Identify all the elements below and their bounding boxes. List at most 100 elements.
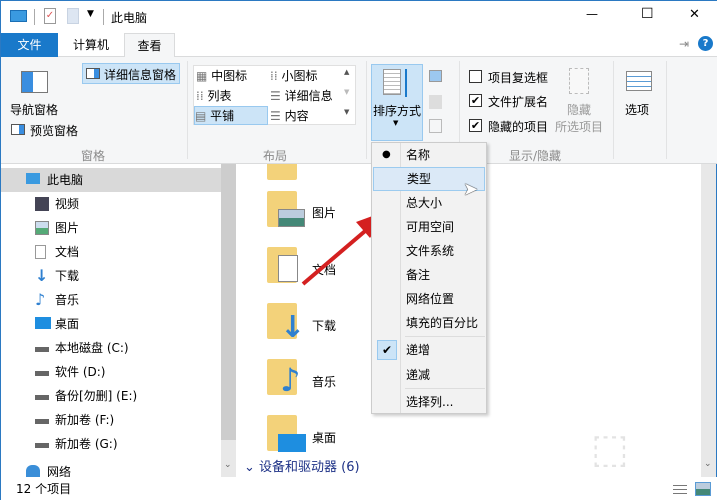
options-button[interactable]: 选项 (621, 67, 657, 127)
nav-item-drive-f[interactable]: 新加卷 (F:) (1, 408, 221, 432)
drive-icon (35, 395, 49, 400)
properties-icon[interactable]: ✓ (44, 8, 56, 24)
mouse-cursor-icon: ➤ (463, 179, 479, 200)
nav-pane-button[interactable]: 导航窗格 (10, 101, 58, 118)
minimize-button[interactable]: — (586, 7, 598, 21)
scroll-down-icon[interactable]: ⌄ (704, 459, 712, 469)
details-pane-button[interactable]: 详细信息窗格 (82, 63, 180, 84)
nav-item-pictures[interactable]: 图片 (1, 216, 221, 240)
network-icon (26, 465, 40, 477)
layout-tiles[interactable]: ▤ 平铺 (194, 106, 268, 125)
layout-details[interactable]: ☰ 详细信息 (270, 87, 333, 104)
close-button[interactable]: ✕ (689, 7, 700, 22)
sort-by-button[interactable]: 排序方式 ▼ (371, 64, 423, 141)
layout-medium-icons[interactable]: ▦ 中图标 (196, 67, 247, 84)
chevron-down-icon: ⌄ (244, 460, 260, 475)
nav-item-drive-d[interactable]: 软件 (D:) (1, 360, 221, 384)
menu-item-free-space[interactable]: 可用空间 (372, 215, 486, 239)
content-scrollbar[interactable]: ⌄ (701, 164, 716, 477)
watermark: ⬚ (591, 426, 629, 472)
nav-item-documents[interactable]: 文档 (1, 240, 221, 264)
drive-icon (35, 347, 49, 352)
item-checkboxes-checkbox[interactable] (469, 70, 482, 83)
tab-computer[interactable]: 计算机 (63, 33, 119, 57)
help-icon[interactable]: ? (698, 36, 713, 51)
nav-item-drive-e[interactable]: 备份[勿删] (E:) (1, 384, 221, 408)
tab-view[interactable]: 查看 (124, 33, 175, 58)
nav-item-videos[interactable]: 视频 (1, 192, 221, 216)
menu-item-ascending[interactable]: ✔ 递增 (372, 338, 486, 362)
drive-icon (35, 443, 49, 448)
layout-content[interactable]: ☰ 内容 (270, 107, 309, 124)
size-columns-icon[interactable] (429, 119, 442, 133)
picture-icon (35, 221, 49, 235)
document-icon (35, 245, 46, 259)
hide-selected-button[interactable]: 隐藏 所选项目 (554, 67, 606, 137)
group-label-layout: 布局 (263, 149, 288, 163)
preview-pane-button[interactable]: 预览窗格 (30, 122, 78, 139)
nav-item-network[interactable]: 网络 (1, 460, 221, 477)
checkmark-icon: ✔ (377, 340, 397, 360)
item-checkboxes-label: 项目复选框 (488, 71, 549, 85)
options-icon (626, 71, 652, 91)
drive-icon (35, 419, 49, 424)
navigation-pane: 此电脑 视频 图片 文档 ↓ 下载 ♪ 音乐 桌面 本地磁盘 (C:) 软件 (D:… (1, 164, 236, 477)
nav-item-drive-g[interactable]: 新加卷 (G:) (1, 432, 221, 456)
menu-item-file-system[interactable]: 文件系统 (372, 239, 486, 263)
menu-item-name[interactable]: ● 名称 (372, 143, 486, 167)
group-label-show-hide: 显示/隐藏 (509, 149, 562, 163)
group-by-icon[interactable] (429, 70, 442, 82)
gallery-more-icon[interactable]: ▼ (344, 108, 349, 116)
music-icon: ♪ (35, 290, 46, 309)
ribbon: 导航窗格 预览窗格 详细信息窗格 窗格 ▦ 中图标 ⁞⁞ 小图标 ⁞⁞ 列表 ☰… (1, 57, 717, 164)
nav-item-desktop[interactable]: 桌面 (1, 312, 221, 336)
video-icon (35, 197, 49, 211)
nav-pane-icon (21, 71, 48, 93)
large-icons-view-button[interactable] (695, 482, 711, 496)
nav-scrollbar[interactable]: ⌄ (221, 164, 236, 477)
chevron-down-icon: ▼ (393, 119, 399, 127)
hide-file-icon (569, 68, 589, 94)
computer-icon (10, 10, 27, 22)
desktop-icon (35, 317, 51, 329)
add-columns-icon[interactable] (429, 95, 442, 109)
ribbon-tabs: 文件 计算机 查看 ⇥ ? (1, 33, 717, 58)
file-extensions-checkbox[interactable]: ✔ (469, 94, 482, 107)
nav-item-this-pc[interactable]: 此电脑 (1, 168, 221, 192)
new-folder-icon[interactable] (67, 8, 79, 24)
quick-access-dropdown-icon[interactable]: ▼ (87, 9, 94, 19)
nav-item-downloads[interactable]: ↓ 下载 (1, 264, 221, 288)
layout-gallery: ▦ 中图标 ⁞⁞ 小图标 ⁞⁞ 列表 ☰ 详细信息 ▤ 平铺 ☰ 内容 ▲ ▼ … (193, 65, 356, 125)
drive-icon (35, 371, 49, 376)
hidden-items-label: 隐藏的项目 (488, 120, 549, 134)
layout-small-icons[interactable]: ⁞⁞ 小图标 (270, 67, 317, 84)
nav-scroll-thumb[interactable] (221, 164, 236, 440)
status-bar: 12 个项目 ⬚ (1, 429, 717, 501)
computer-icon (26, 173, 40, 184)
scroll-down-icon[interactable]: ⌄ (224, 460, 232, 470)
download-icon: ↓ (35, 266, 49, 285)
menu-item-choose-columns[interactable]: 选择列... (372, 390, 486, 414)
group-header-devices[interactable]: ⌄ 设备和驱动器 (6) (244, 460, 360, 477)
group-label-panes: 窗格 (81, 149, 106, 163)
tab-file[interactable]: 文件 (1, 33, 58, 57)
menu-item-comments[interactable]: 备注 (372, 263, 486, 287)
pin-ribbon-icon[interactable]: ⇥ (679, 37, 689, 51)
preview-pane-icon (11, 124, 25, 135)
gallery-scroll-down-icon[interactable]: ▼ (344, 88, 349, 96)
maximize-button[interactable]: ☐ (641, 6, 654, 22)
bullet-icon: ● (382, 149, 391, 160)
sort-icon (383, 69, 401, 95)
title-bar: ✓ ▼ 此电脑 — ☐ ✕ (1, 1, 717, 33)
nav-item-drive-c[interactable]: 本地磁盘 (C:) (1, 336, 221, 360)
menu-item-descending[interactable]: 递减 (372, 363, 486, 387)
details-pane-icon (86, 68, 100, 79)
nav-item-music[interactable]: ♪ 音乐 (1, 288, 221, 312)
menu-item-percent-full[interactable]: 填充的百分比 (372, 311, 486, 335)
details-view-button[interactable] (673, 482, 687, 496)
hidden-items-checkbox[interactable]: ✔ (469, 119, 482, 132)
layout-list[interactable]: ⁞⁞ 列表 (196, 87, 231, 104)
gallery-scroll-up-icon[interactable]: ▲ (344, 68, 349, 76)
item-count: 12 个项目 (16, 482, 72, 496)
menu-item-network-location[interactable]: 网络位置 (372, 287, 486, 311)
